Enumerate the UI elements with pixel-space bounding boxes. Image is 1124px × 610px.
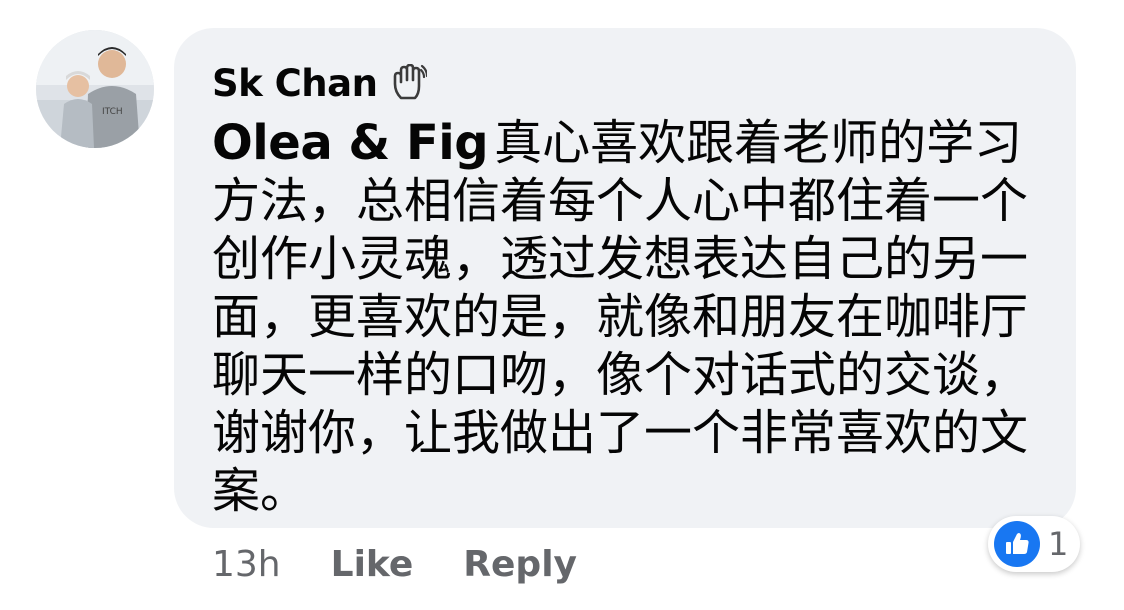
svg-text:ITCH: ITCH	[102, 107, 123, 117]
reply-button[interactable]: Reply	[463, 544, 577, 585]
avatar-photo: ITCH	[36, 30, 154, 148]
author-name[interactable]: Sk Chan	[212, 62, 378, 105]
comment-body: 真心喜欢跟着老师的学习方法，总相信着每个人心中都住着一个创作小灵魂，透过发想表达…	[212, 115, 1029, 519]
like-button[interactable]: Like	[331, 544, 414, 585]
comment-item: ITCH Sk Chan Olea & Fig 真心喜欢跟着老师的学习方法，总相信…	[0, 0, 1124, 610]
mention-link[interactable]: Olea & Fig	[212, 115, 489, 171]
timestamp[interactable]: 13h	[212, 544, 281, 585]
wave-hand-icon	[391, 63, 429, 102]
comment-bubble: Sk Chan Olea & Fig 真心喜欢跟着老师的学习方法，总相信着每个人心…	[174, 28, 1076, 528]
reaction-count: 1	[1048, 525, 1069, 563]
like-thumb-icon	[994, 521, 1040, 567]
comment-text: Olea & Fig 真心喜欢跟着老师的学习方法，总相信着每个人心中都住着一个创作…	[212, 114, 1046, 520]
author-row: Sk Chan	[212, 54, 1046, 112]
reaction-summary[interactable]: 1	[988, 516, 1081, 572]
avatar[interactable]: ITCH	[36, 30, 154, 148]
comment-actions: 13h Like Reply	[212, 536, 627, 592]
